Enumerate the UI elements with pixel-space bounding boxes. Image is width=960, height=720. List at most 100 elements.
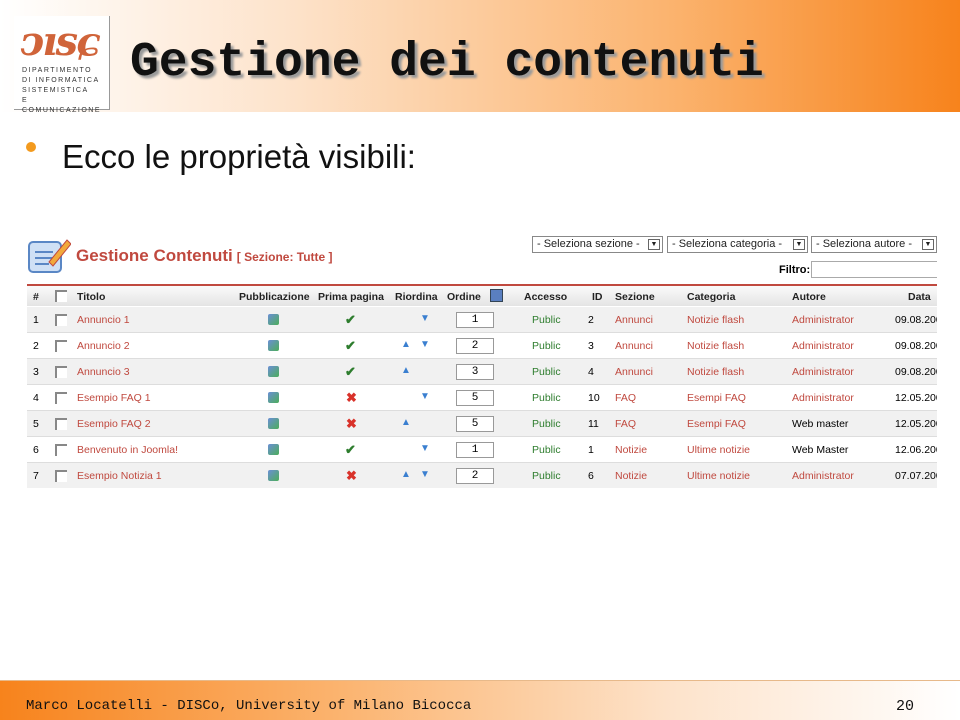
col-ordine[interactable]: Ordine <box>447 291 481 303</box>
check-icon[interactable]: ✔ <box>345 364 356 380</box>
row-checkbox[interactable] <box>55 366 67 378</box>
row-checkbox[interactable] <box>55 314 67 326</box>
move-down-icon[interactable]: ▼ <box>420 313 430 324</box>
author-link[interactable]: Administrator <box>792 366 854 378</box>
access-link[interactable]: Public <box>532 366 561 378</box>
move-up-icon[interactable]: ▲ <box>401 469 411 480</box>
section-link[interactable]: FAQ <box>615 392 636 404</box>
access-link[interactable]: Public <box>532 418 561 430</box>
category-link[interactable]: Ultime notizie <box>687 470 750 482</box>
move-up-icon[interactable]: ▲ <box>401 365 411 376</box>
published-icon[interactable] <box>268 392 279 403</box>
row-checkbox[interactable] <box>55 340 67 352</box>
check-icon[interactable]: ✔ <box>345 312 356 328</box>
select-all-checkbox[interactable] <box>55 290 67 302</box>
order-input[interactable]: 3 <box>456 364 494 380</box>
title-link[interactable]: Benvenuto in Joomla! <box>77 444 178 456</box>
title-link[interactable]: Annuncio 1 <box>77 314 130 326</box>
col-titolo[interactable]: Titolo <box>77 291 105 303</box>
order-input[interactable]: 1 <box>456 442 494 458</box>
section-link[interactable]: Notizie <box>615 470 647 482</box>
section-link[interactable]: Annunci <box>615 340 653 352</box>
check-icon[interactable]: ✔ <box>345 338 356 354</box>
col-riordina[interactable]: Riordina <box>395 291 438 303</box>
logo-text: SISTEMISTICA <box>22 87 89 94</box>
row-checkbox[interactable] <box>55 392 67 404</box>
col-data[interactable]: Data <box>908 291 931 303</box>
disco-logo: ↄısɕ DIPARTIMENTO DI INFORMATICA SISTEMIST… <box>14 16 110 114</box>
move-up-icon[interactable]: ▲ <box>401 339 411 350</box>
row-checkbox[interactable] <box>55 418 67 430</box>
order-input[interactable]: 2 <box>456 468 494 484</box>
col-accesso[interactable]: Accesso <box>524 291 567 303</box>
title-link[interactable]: Annuncio 3 <box>77 366 130 378</box>
col-prima-pagina[interactable]: Prima pagina <box>318 291 384 303</box>
order-input[interactable]: 2 <box>456 338 494 354</box>
section-link[interactable]: Notizie <box>615 444 647 456</box>
access-link[interactable]: Public <box>532 470 561 482</box>
access-link[interactable]: Public <box>532 444 561 456</box>
move-down-icon[interactable]: ▼ <box>420 469 430 480</box>
published-icon[interactable] <box>268 340 279 351</box>
published-icon[interactable] <box>268 470 279 481</box>
author-link[interactable]: Administrator <box>792 392 854 404</box>
table-row: 6 Benvenuto in Joomla! ✔ ▼ 1 Public 1 No… <box>27 437 937 463</box>
category-link[interactable]: Notizie flash <box>687 340 744 352</box>
move-down-icon[interactable]: ▼ <box>420 443 430 454</box>
col-sezione[interactable]: Sezione <box>615 291 655 303</box>
row-date: 12.06.200 <box>895 444 937 456</box>
table-row: 5 Esempio FAQ 2 ✖ ▲ 5 Public 11 FAQ Esem… <box>27 411 937 437</box>
col-autore[interactable]: Autore <box>792 291 826 303</box>
access-link[interactable]: Public <box>532 314 561 326</box>
order-input[interactable]: 5 <box>456 416 494 432</box>
category-link[interactable]: Esempi FAQ <box>687 418 746 430</box>
cross-icon[interactable]: ✖ <box>346 416 357 432</box>
section-select[interactable]: - Seleziona sezione - ▼ <box>532 236 663 253</box>
filter-label: Filtro: <box>779 264 811 276</box>
category-link[interactable]: Notizie flash <box>687 314 744 326</box>
category-link[interactable]: Esempi FAQ <box>687 392 746 404</box>
move-up-icon[interactable]: ▲ <box>401 417 411 428</box>
title-link[interactable]: Annuncio 2 <box>77 340 130 352</box>
filter-input[interactable] <box>811 261 937 278</box>
col-id[interactable]: ID <box>592 291 603 303</box>
category-link[interactable]: Ultime notizie <box>687 444 750 456</box>
published-icon[interactable] <box>268 418 279 429</box>
title-link[interactable]: Esempio FAQ 2 <box>77 418 151 430</box>
title-link[interactable]: Esempio FAQ 1 <box>77 392 151 404</box>
check-icon[interactable]: ✔ <box>345 442 356 458</box>
cross-icon[interactable]: ✖ <box>346 468 357 484</box>
col-categoria[interactable]: Categoria <box>687 291 735 303</box>
section-subtitle: [ Sezione: Tutte ] <box>236 250 333 264</box>
bullet-text: Ecco le proprietà visibili: <box>62 138 416 175</box>
published-icon[interactable] <box>268 314 279 325</box>
move-down-icon[interactable]: ▼ <box>420 339 430 350</box>
slide-header: ↄısɕ DIPARTIMENTO DI INFORMATICA SISTEMIST… <box>0 0 960 114</box>
order-input[interactable]: 1 <box>456 312 494 328</box>
row-checkbox[interactable] <box>55 470 67 482</box>
move-down-icon[interactable]: ▼ <box>420 391 430 402</box>
author-link[interactable]: Administrator <box>792 340 854 352</box>
category-select[interactable]: - Seleziona categoria - ▼ <box>667 236 808 253</box>
published-icon[interactable] <box>268 444 279 455</box>
section-link[interactable]: Annunci <box>615 366 653 378</box>
section-link[interactable]: FAQ <box>615 418 636 430</box>
cross-icon[interactable]: ✖ <box>346 390 357 406</box>
access-link[interactable]: Public <box>532 340 561 352</box>
published-icon[interactable] <box>268 366 279 377</box>
access-link[interactable]: Public <box>532 392 561 404</box>
save-order-icon[interactable] <box>490 289 503 302</box>
author-link[interactable]: Administrator <box>792 470 854 482</box>
row-id: 10 <box>588 392 600 404</box>
author-select[interactable]: - Seleziona autore - ▼ <box>811 236 937 253</box>
row-checkbox[interactable] <box>55 444 67 456</box>
order-input[interactable]: 5 <box>456 390 494 406</box>
table-row: 4 Esempio FAQ 1 ✖ ▼ 5 Public 10 FAQ Esem… <box>27 385 937 411</box>
section-link[interactable]: Annunci <box>615 314 653 326</box>
col-pubblicazione[interactable]: Pubblicazione <box>239 291 310 303</box>
title-link[interactable]: Esempio Notizia 1 <box>77 470 162 482</box>
author-link[interactable]: Administrator <box>792 314 854 326</box>
category-link[interactable]: Notizie flash <box>687 366 744 378</box>
row-id: 11 <box>588 418 599 430</box>
table-row: 3 Annuncio 3 ✔ ▲ 3 Public 4 Annunci Noti… <box>27 359 937 385</box>
